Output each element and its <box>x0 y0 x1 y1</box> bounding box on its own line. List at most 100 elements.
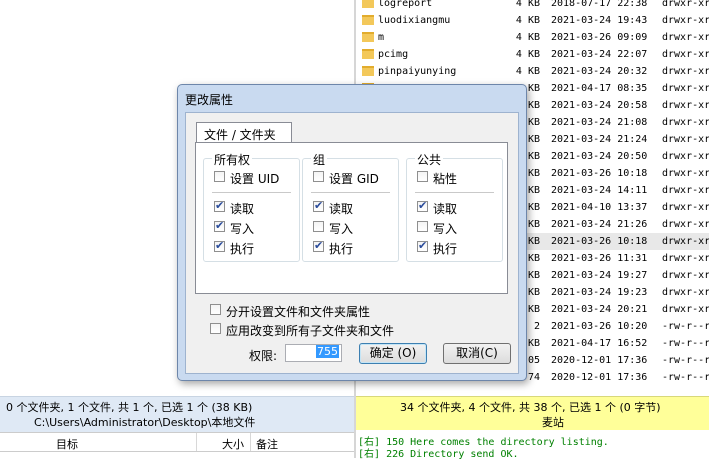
folder-row[interactable]: m 4 KB 2021-03-26 09:09 drwxr-xr <box>356 29 709 46</box>
file-permissions: drwxr-xr <box>662 83 709 94</box>
file-name: pinpaiyunying <box>378 66 457 77</box>
dialog-body: 文件 / 文件夹 所有权 设置 UID ✔ 读取 ✔ 写入 ✔ 执行 组设置 GID ✔ 读取 写入 ✔… <box>185 112 519 374</box>
file-permissions: drwxr-xr <box>662 270 709 281</box>
public-read-label: 读取 <box>433 202 458 216</box>
public-exec-checkbox[interactable]: ✔ <box>417 239 428 252</box>
file-permissions: -rw-r--r <box>662 372 709 383</box>
file-date: 2021-03-26 09:09 <box>551 32 648 43</box>
file-date: 2021-03-24 20:32 <box>551 66 648 77</box>
file-date: 2021-03-24 20:50 <box>551 151 648 162</box>
file-date: 2021-04-17 08:35 <box>551 83 648 94</box>
cancel-button[interactable]: 取消(C) <box>443 343 511 364</box>
file-date: 2021-03-24 14:11 <box>551 185 648 196</box>
folder-icon <box>362 49 374 59</box>
file-date: 2021-04-10 13:37 <box>551 202 648 213</box>
file-date: 2021-03-24 19:23 <box>551 287 648 298</box>
file-permissions: drwxr-xr <box>662 304 709 315</box>
owner-exec-checkbox[interactable]: ✔ <box>214 239 225 252</box>
log-message: 226 Directory send OK. <box>380 449 519 460</box>
file-name: pcimg <box>378 49 409 60</box>
remote-status-bar: 34 个文件夹, 4 个文件, 共 38 个, 已选 1 个 (0 字节) 麦站 <box>356 396 709 430</box>
public-read-checkbox[interactable]: ✔ <box>417 199 428 212</box>
file-date: 2021-03-24 19:43 <box>551 15 648 26</box>
tab-file-folder[interactable]: 文件 / 文件夹 <box>196 122 292 143</box>
queue-col-note[interactable]: 备注 <box>256 436 278 452</box>
group-write-label: 写入 <box>329 222 354 236</box>
separate-attributes-checkbox[interactable] <box>210 304 221 315</box>
owner-write-checkbox[interactable]: ✔ <box>214 219 225 232</box>
file-permissions: drwxr-xr <box>662 168 709 179</box>
file-name: m <box>378 32 385 43</box>
column-separator[interactable] <box>250 433 251 451</box>
folder-row[interactable]: pinpaiyunying 4 KB 2021-03-24 20:32 drwxr-x… <box>356 63 709 80</box>
file-size: 4 KB <box>515 32 540 43</box>
file-date: 2021-03-24 19:27 <box>551 270 648 281</box>
file-date: 2021-03-24 21:26 <box>551 219 648 230</box>
file-permissions: drwxr-xr <box>662 185 709 196</box>
owner-exec-label: 执行 <box>230 242 255 256</box>
file-name: logreport <box>378 0 433 9</box>
permission-group-public: 公共 粘性 ✔ 读取 写入 ✔ 执行 <box>406 151 503 262</box>
group-exec-label: 执行 <box>329 242 354 256</box>
separate-attributes-label: 分开设置文件和文件夹属性 <box>226 305 371 319</box>
owner-write-label: 写入 <box>230 222 255 236</box>
local-status-summary: 0 个文件夹, 1 个文件, 共 1 个, 已选 1 个 (38 KB) <box>6 401 253 414</box>
checkmark-icon: ✔ <box>418 199 428 212</box>
checkmark-icon: ✔ <box>215 239 225 252</box>
file-date: 2021-04-17 16:52 <box>551 338 648 349</box>
permission-group-title: 所有权 <box>212 151 253 168</box>
file-size: 4 KB <box>515 66 540 77</box>
owner-special-label: 设置 UID <box>230 172 280 186</box>
file-permissions: drwxr-xr <box>662 219 709 230</box>
file-size: 4 KB <box>515 0 540 9</box>
file-permissions: drwxr-xr <box>662 134 709 145</box>
local-status-bar: 0 个文件夹, 1 个文件, 共 1 个, 已选 1 个 (38 KB) C:\… <box>0 396 354 432</box>
group-special-checkbox[interactable] <box>313 171 324 182</box>
permission-group-group: 组设置 GID ✔ 读取 写入 ✔ 执行 <box>302 151 399 262</box>
file-permissions: drwxr-xr <box>662 66 709 77</box>
checkmark-icon: ✔ <box>418 239 428 252</box>
file-date: 2021-03-24 21:24 <box>551 134 648 145</box>
file-permissions: drwxr-xr <box>662 49 709 60</box>
public-special-checkbox[interactable] <box>417 171 428 182</box>
file-date: 2021-03-24 20:21 <box>551 304 648 315</box>
checkmark-icon: ✔ <box>314 199 324 212</box>
group-write-checkbox[interactable] <box>313 221 324 232</box>
file-permissions: drwxr-xr <box>662 236 709 247</box>
apply-recursive-label: 应用改变到所有子文件夹和文件 <box>226 324 395 338</box>
file-size: 4 KB <box>515 49 540 60</box>
dialog-title: 更改属性 <box>185 93 234 107</box>
log-panel: [右] 150 Here comes the directory listing… <box>356 432 709 460</box>
ok-button[interactable]: 确定 (O) <box>359 343 427 364</box>
file-permissions: drwxr-xr <box>662 15 709 26</box>
public-write-checkbox[interactable] <box>417 221 428 232</box>
folder-icon <box>362 66 374 76</box>
file-name: luodixiangmu <box>378 15 451 26</box>
file-permissions: drwxr-xr <box>662 117 709 128</box>
file-date: 2021-03-24 22:07 <box>551 49 648 60</box>
checkmark-icon: ✔ <box>314 239 324 252</box>
owner-read-checkbox[interactable]: ✔ <box>214 199 225 212</box>
checkmark-icon: ✔ <box>215 219 225 232</box>
owner-special-checkbox[interactable] <box>214 171 225 182</box>
folder-row[interactable]: luodixiangmu 4 KB 2021-03-24 19:43 drwxr-xr <box>356 12 709 29</box>
tab-panel: 所有权 设置 UID ✔ 读取 ✔ 写入 ✔ 执行 组设置 GID ✔ 读取 写入 ✔ 执行 公共 粘性 ✔ 读取… <box>195 142 508 294</box>
group-exec-checkbox[interactable]: ✔ <box>313 239 324 252</box>
public-special-label: 粘性 <box>433 172 458 186</box>
queue-col-target[interactable]: 目标 <box>56 436 78 452</box>
folder-row[interactable]: logreport 4 KB 2018-07-17 22:38 drwxr-xr <box>356 0 709 12</box>
column-separator[interactable] <box>196 433 197 451</box>
checkmark-icon: ✔ <box>215 199 225 212</box>
permission-input[interactable]: 755 <box>285 344 342 362</box>
file-date: 2021-03-24 21:08 <box>551 117 648 128</box>
group-read-checkbox[interactable]: ✔ <box>313 199 324 212</box>
apply-recursive-checkbox[interactable] <box>210 323 221 334</box>
file-size: 4 KB <box>515 15 540 26</box>
file-permissions: -rw-r--r <box>662 338 709 349</box>
group-read-label: 读取 <box>329 202 354 216</box>
tab-label: 文件 / 文件夹 <box>204 128 276 142</box>
queue-header: 目标 大小 备注 <box>0 432 354 452</box>
permission-group-owner: 所有权 设置 UID ✔ 读取 ✔ 写入 ✔ 执行 <box>203 151 300 262</box>
folder-row[interactable]: pcimg 4 KB 2021-03-24 22:07 drwxr-xr <box>356 46 709 63</box>
queue-col-size[interactable]: 大小 <box>222 436 244 452</box>
